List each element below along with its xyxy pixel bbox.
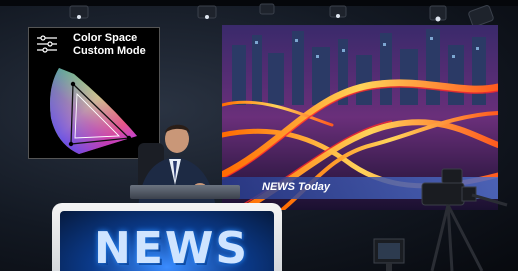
- ceiling-lights: [0, 0, 518, 27]
- foreground-monitor: NEWS: [52, 203, 282, 271]
- news-caption: NEWS Today: [262, 181, 331, 193]
- studio-monitor-equipment: [373, 238, 405, 271]
- sliders-icon: [37, 35, 57, 53]
- studio-camera: [421, 168, 508, 271]
- studio-scene: Color Space Custom Mode NEWS Today NEWS: [0, 0, 518, 271]
- color-space-title: Color Space Custom Mode: [73, 32, 146, 58]
- color-space-title-line2: Custom Mode: [73, 45, 146, 57]
- monitor-screen: NEWS: [60, 211, 274, 271]
- monitor-news-word: NEWS: [94, 223, 250, 271]
- anchor-desk: [130, 185, 240, 199]
- color-space-title-line1: Color Space: [73, 32, 138, 44]
